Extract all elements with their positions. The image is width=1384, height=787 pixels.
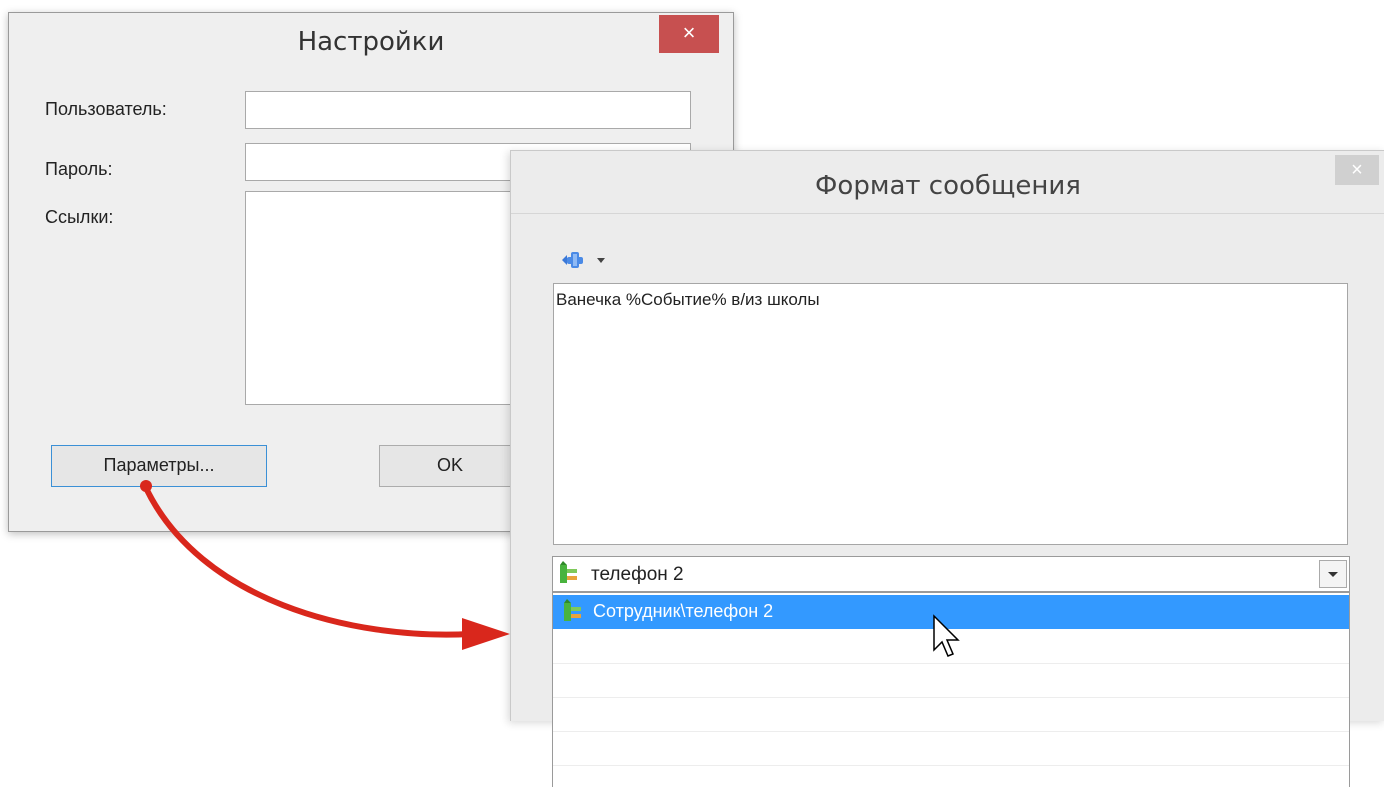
annotation-arrow-start [140,480,152,492]
annotation-overlay [140,480,960,657]
annotation-arrow [143,485,473,638]
annotation-arrowhead [462,618,510,650]
mouse-cursor-icon [933,614,960,657]
